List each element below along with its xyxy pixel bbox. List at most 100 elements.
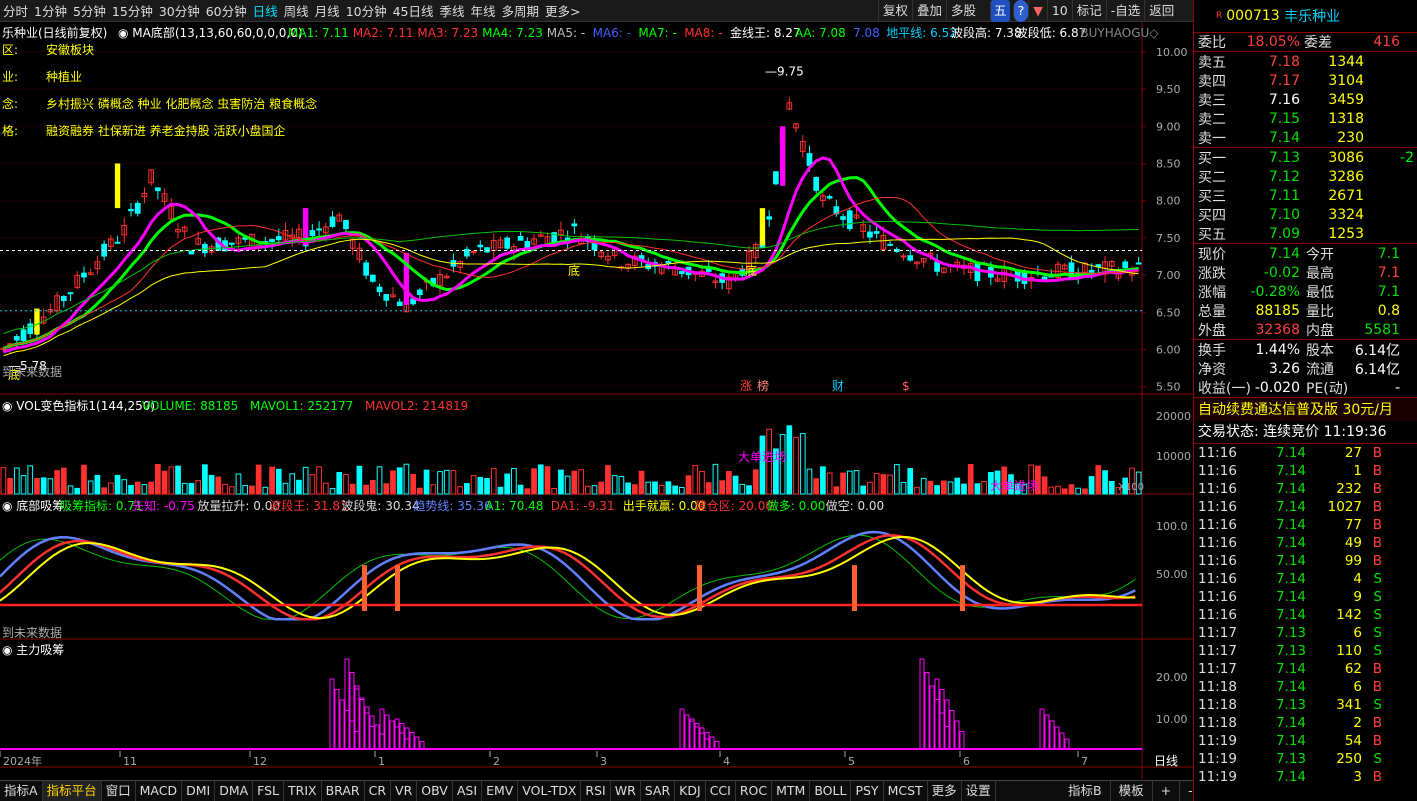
candle bbox=[873, 231, 880, 234]
indicator-tab-15[interactable]: RSI bbox=[581, 781, 611, 801]
volume-bar bbox=[450, 470, 457, 495]
ind-legend-5: 趋势线: 35.36 bbox=[413, 499, 491, 513]
volume-bar bbox=[484, 478, 490, 495]
indicator-tab-21[interactable]: MTM bbox=[772, 781, 811, 801]
period-tab-11[interactable]: 季线 bbox=[437, 1, 468, 20]
candle bbox=[155, 187, 161, 192]
period-tab-10[interactable]: 45日线 bbox=[390, 1, 437, 20]
indicator-tab-7[interactable]: TRIX bbox=[284, 781, 322, 801]
indicator-tab-11[interactable]: OBV bbox=[417, 781, 453, 801]
period-tab-2[interactable]: 5分钟 bbox=[70, 1, 109, 20]
volume-bar bbox=[598, 481, 605, 495]
volume-bar bbox=[786, 425, 793, 495]
indicator-tab-19[interactable]: CCI bbox=[706, 781, 736, 801]
chip-bar bbox=[349, 672, 355, 750]
indicator-tab-9[interactable]: CR bbox=[365, 781, 392, 801]
period-tab-5[interactable]: 60分钟 bbox=[203, 1, 250, 20]
ad-banner[interactable]: 自动续费通达信普及版 30元/月 bbox=[1194, 397, 1417, 421]
volume-bar bbox=[578, 469, 584, 495]
mavol1-value: MAVOL1: 252177 bbox=[250, 399, 353, 413]
bottom-right-btn-2[interactable]: + bbox=[1153, 781, 1181, 801]
chart-title: 乐种业(日线前复权) bbox=[2, 25, 107, 40]
ma-legend-1: MA2: 7.11 bbox=[353, 26, 414, 40]
vol-title: ◉ VOL变色指标1(144,250) bbox=[2, 398, 155, 413]
candle bbox=[369, 274, 376, 282]
toolbar-btn-2[interactable]: 多股 bbox=[946, 0, 980, 22]
self-select-button[interactable]: -自选 bbox=[1105, 0, 1145, 22]
stat-row-3: 总量 88185 量比 0.8 bbox=[1198, 302, 1400, 320]
indicator-tab-0[interactable]: 指标A bbox=[0, 781, 43, 801]
volume-bar bbox=[961, 483, 967, 495]
indicator-tab-23[interactable]: PSY bbox=[851, 781, 884, 801]
period-tab-9[interactable]: 10分钟 bbox=[343, 1, 390, 20]
period-tab-4[interactable]: 30分钟 bbox=[156, 1, 203, 20]
period-tab-1[interactable]: 1分钟 bbox=[31, 1, 70, 20]
indicator-tab-18[interactable]: KDJ bbox=[675, 781, 706, 801]
indicator-tab-2[interactable]: 窗口 bbox=[102, 781, 136, 801]
indicator-tab-13[interactable]: EMV bbox=[482, 781, 519, 801]
vol-value: VOLUME: 88185 bbox=[142, 399, 238, 413]
toolbar-btn-1[interactable]: 叠加 bbox=[912, 0, 946, 22]
period-tab-8[interactable]: 月线 bbox=[312, 1, 343, 20]
indicator-tab-1[interactable]: 指标平台 bbox=[42, 781, 102, 801]
chip-bar bbox=[954, 720, 960, 750]
volume-bar bbox=[799, 433, 806, 495]
period-tab-14[interactable]: 更多> bbox=[542, 1, 583, 20]
ask-row-1: 卖四 7.17 3104 bbox=[1198, 72, 1364, 90]
kline-chart[interactable]: 10.00 9.50 9.00 8.50 8.00 7.50 7.00 6.50 6.00 5.5… bbox=[0, 22, 1193, 779]
period-tab-6[interactable]: 日线 bbox=[250, 1, 281, 20]
period-tab-0[interactable]: 分时 bbox=[0, 1, 31, 20]
period-tab-3[interactable]: 15分钟 bbox=[109, 1, 156, 20]
candle bbox=[316, 228, 322, 231]
volume-bar bbox=[605, 465, 611, 495]
indicator-tab-3[interactable]: MACD bbox=[136, 781, 183, 801]
chart-area[interactable]: 10.00 9.50 9.00 8.50 8.00 7.50 7.00 6.50 6.00 5.5… bbox=[0, 22, 1193, 779]
mark-button[interactable]: 标记 bbox=[1071, 0, 1106, 22]
ind-legend-6: A1: 70.48 bbox=[485, 499, 543, 513]
indicator-tab-6[interactable]: FSL bbox=[253, 781, 285, 801]
indicator-tab-14[interactable]: VOL-TDX bbox=[518, 781, 582, 801]
indicator-tab-5[interactable]: DMA bbox=[215, 781, 254, 801]
indicator-tab-10[interactable]: VR bbox=[391, 781, 418, 801]
indicator-tab-12[interactable]: ASI bbox=[453, 781, 483, 801]
chip-bar bbox=[399, 732, 405, 750]
volume-bar bbox=[208, 474, 215, 495]
arrow-down-icon[interactable]: ▼ bbox=[1028, 0, 1047, 22]
help-icon[interactable]: ? bbox=[1012, 0, 1029, 22]
stat-row-2: 涨幅 -0.28% 最低 7.1 bbox=[1198, 283, 1400, 301]
volume-bar bbox=[779, 434, 786, 495]
indicator-tab-16[interactable]: WR bbox=[611, 781, 641, 801]
date-label: 5 bbox=[848, 755, 855, 768]
volume-bar bbox=[719, 480, 725, 495]
indicator-tab-20[interactable]: ROC bbox=[736, 781, 773, 801]
indicator-tab-22[interactable]: BOLL bbox=[810, 781, 852, 801]
candle bbox=[484, 247, 490, 253]
toolbar-btn-0[interactable]: 复权 bbox=[878, 0, 912, 22]
indicator-tab-17[interactable]: SAR bbox=[641, 781, 676, 801]
volume-bar bbox=[1048, 486, 1055, 495]
chip-bar bbox=[404, 738, 410, 750]
bottom-right-btn-1[interactable]: 模板 bbox=[1111, 781, 1153, 801]
volume-bar bbox=[343, 474, 349, 495]
indicator-tab-4[interactable]: DMI bbox=[182, 781, 216, 801]
ind-legend-3: 波段王: 31.81 bbox=[269, 498, 347, 513]
signal-bar bbox=[395, 565, 400, 611]
period-tab-13[interactable]: 多周期 bbox=[499, 1, 543, 20]
indicator-tab-25[interactable]: 更多 bbox=[928, 781, 962, 801]
volume-bar bbox=[302, 466, 309, 495]
period-tab-7[interactable]: 周线 bbox=[281, 1, 312, 20]
back-button[interactable]: 返回 bbox=[1144, 0, 1178, 22]
chip-bar bbox=[1054, 726, 1060, 750]
tick-row: 11:17 7.13 110 S bbox=[1198, 643, 1382, 659]
five-icon[interactable]: 五 bbox=[990, 0, 1010, 22]
indicator-tab-26[interactable]: 设置 bbox=[962, 781, 996, 801]
date-label: 12 bbox=[253, 755, 267, 768]
volume-bar bbox=[900, 482, 907, 495]
candle bbox=[665, 261, 672, 264]
indicator-tab-8[interactable]: BRAR bbox=[322, 781, 365, 801]
indicator-tab-24[interactable]: MCST bbox=[884, 781, 928, 801]
stock-title[interactable]: R 000713 丰乐种业 bbox=[1194, 0, 1417, 32]
stat-row-0: 现价 7.14 今开 7.1 bbox=[1198, 245, 1400, 263]
period-tab-12[interactable]: 年线 bbox=[468, 1, 499, 20]
bottom-right-btn-0[interactable]: 指标B bbox=[1060, 781, 1111, 801]
